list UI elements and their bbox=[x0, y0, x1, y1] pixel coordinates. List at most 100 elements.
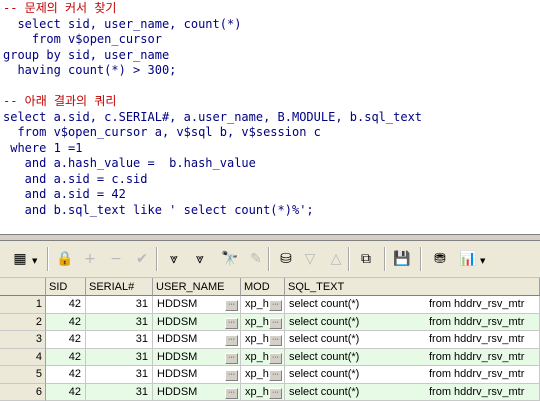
cell-serial-text: 31 bbox=[136, 316, 148, 328]
delete-record-icon[interactable]: − bbox=[106, 249, 126, 269]
query-by-example-icon[interactable]: ⛁ bbox=[276, 249, 296, 269]
cell-serial[interactable]: 31 bbox=[86, 296, 153, 314]
sql-code-line: and b.sql_text like ' select count(*)%'; bbox=[3, 203, 314, 219]
sql-code-line: from v$open_cursor a, v$sql b, v$session… bbox=[3, 125, 321, 141]
chart-icon[interactable]: 📊 bbox=[458, 249, 478, 269]
cell-sql-text[interactable]: select count(*)from hddrv_rsv_mtr bbox=[285, 331, 540, 349]
cell-module[interactable]: xp_h··· bbox=[241, 349, 285, 367]
cell-user-name[interactable]: HDDSM··· bbox=[153, 314, 241, 332]
cell-editor-ellipsis-button[interactable]: ··· bbox=[269, 300, 282, 311]
splitter-bar[interactable] bbox=[0, 234, 540, 241]
cell-serial[interactable]: 31 bbox=[86, 366, 153, 384]
cell-sid-text: 42 bbox=[69, 351, 81, 363]
cell-sql-text-tail: from hddrv_rsv_mtr bbox=[429, 386, 524, 398]
cell-sql-text[interactable]: select count(*)from hddrv_rsv_mtr bbox=[285, 366, 540, 384]
column-header-module[interactable]: MOD bbox=[241, 278, 285, 296]
column-header-sid[interactable]: SID bbox=[46, 278, 86, 296]
save-icon[interactable]: 💾 bbox=[392, 249, 412, 269]
column-header-user-name[interactable]: USER_NAME bbox=[153, 278, 241, 296]
cell-serial-text: 31 bbox=[136, 368, 148, 380]
toolbar-separator bbox=[384, 247, 386, 271]
cell-serial[interactable]: 31 bbox=[86, 349, 153, 367]
cell-editor-ellipsis-button[interactable]: ··· bbox=[269, 353, 282, 364]
cell-editor-ellipsis-button[interactable]: ··· bbox=[269, 388, 282, 399]
cell-serial-text: 31 bbox=[136, 333, 148, 345]
cell-module-text: xp_h bbox=[245, 386, 269, 398]
cell-module[interactable]: xp_h··· bbox=[241, 331, 285, 349]
table-row[interactable]: 342 31 HDDSM···xp_h···select count(*)from … bbox=[0, 331, 540, 349]
row-number[interactable]: 6 bbox=[0, 384, 46, 401]
row-number[interactable]: 3 bbox=[0, 331, 46, 349]
sql-code-line: select sid, user_name, count(*) bbox=[3, 17, 241, 33]
cell-editor-ellipsis-button[interactable]: ··· bbox=[269, 318, 282, 329]
toolbar-separator bbox=[420, 247, 422, 271]
row-number[interactable]: 2 bbox=[0, 314, 46, 332]
cell-sql-text-tail: from hddrv_rsv_mtr bbox=[429, 298, 524, 310]
filter-down-icon[interactable]: ▽ bbox=[300, 249, 320, 269]
cell-user-name[interactable]: HDDSM··· bbox=[153, 331, 241, 349]
cell-user-name[interactable]: HDDSM··· bbox=[153, 349, 241, 367]
cell-serial[interactable]: 31 bbox=[86, 314, 153, 332]
cell-module[interactable]: xp_h··· bbox=[241, 314, 285, 332]
row-number-text: 4 bbox=[36, 351, 42, 363]
explain-plan-icon[interactable]: ⧉ bbox=[356, 249, 376, 269]
cell-user-name-text: HDDSM bbox=[157, 368, 197, 380]
cell-sid[interactable]: 42 bbox=[46, 349, 86, 367]
dropdown-arrow-icon[interactable]: ▼ bbox=[480, 257, 485, 265]
cell-editor-ellipsis-button[interactable]: ··· bbox=[225, 335, 238, 346]
post-changes-icon[interactable]: ✔ bbox=[132, 249, 152, 269]
fetch-next-icon[interactable]: ⩔ bbox=[164, 249, 184, 269]
cell-editor-ellipsis-button[interactable]: ··· bbox=[225, 370, 238, 381]
cell-editor-ellipsis-button[interactable]: ··· bbox=[225, 300, 238, 311]
table-row[interactable]: 4 42 31HDDSM···xp_h···select count(*)from … bbox=[0, 349, 540, 367]
table-row[interactable]: 542 31 HDDSM ···xp_h···select count(*)from … bbox=[0, 366, 540, 384]
cell-editor-ellipsis-button[interactable]: ··· bbox=[225, 318, 238, 329]
cell-module[interactable]: xp_h··· bbox=[241, 366, 285, 384]
fetch-last-icon[interactable]: ⩔ bbox=[190, 249, 210, 269]
lock-icon[interactable]: 🔒 bbox=[55, 249, 75, 269]
find-icon[interactable]: 🔭 bbox=[220, 249, 240, 269]
cell-sql-text-text: select count(*) bbox=[289, 316, 359, 328]
cell-module[interactable]: xp_h··· bbox=[241, 384, 285, 401]
export-icon[interactable]: ⛃ bbox=[430, 249, 450, 269]
row-number[interactable]: 4 bbox=[0, 349, 46, 367]
cell-editor-ellipsis-button[interactable]: ··· bbox=[269, 370, 282, 381]
filter-up-icon[interactable]: △ bbox=[326, 249, 346, 269]
cell-sid[interactable]: 42 bbox=[46, 331, 86, 349]
cell-user-name[interactable]: HDDSM··· bbox=[153, 384, 241, 401]
row-number[interactable]: 5 bbox=[0, 366, 46, 384]
cell-sql-text[interactable]: select count(*)from hddrv_rsv_mtr bbox=[285, 296, 540, 314]
column-header-serial[interactable]: SERIAL# bbox=[86, 278, 153, 296]
table-row[interactable]: 64231HDDSM···xp_h···select count(*)from … bbox=[0, 384, 540, 401]
cell-user-name[interactable]: HDDSM··· bbox=[153, 296, 241, 314]
cell-editor-ellipsis-button[interactable]: ··· bbox=[225, 388, 238, 399]
cell-editor-ellipsis-button[interactable]: ··· bbox=[269, 335, 282, 346]
cell-sql-text[interactable]: select count(*)from hddrv_rsv_mtr bbox=[285, 384, 540, 401]
cell-serial-text: 31 bbox=[136, 386, 148, 398]
cell-sql-text[interactable]: select count(*)from hddrv_rsv_mtr bbox=[285, 314, 540, 332]
table-row[interactable]: 2 42 31 HDDSM···xp_h···select count(*)from … bbox=[0, 314, 540, 332]
row-number[interactable]: 1 bbox=[0, 296, 46, 314]
add-record-icon[interactable]: + bbox=[80, 249, 100, 269]
dropdown-arrow-icon[interactable]: ▼ bbox=[32, 257, 37, 265]
sql-comment-line: -- 문제의 커서 찾기 bbox=[3, 1, 116, 17]
cell-serial[interactable]: 31 bbox=[86, 384, 153, 401]
sql-code-line: select a.sid, c.SERIAL#, a.user_name, B.… bbox=[3, 110, 422, 126]
cell-sid[interactable]: 42 bbox=[46, 314, 86, 332]
cell-sid[interactable]: 42 bbox=[46, 366, 86, 384]
cell-sql-text-text: select count(*) bbox=[289, 351, 359, 363]
row-number-text: 2 bbox=[36, 316, 42, 328]
cell-sid[interactable]: 42 bbox=[46, 384, 86, 401]
cell-sql-text[interactable]: select count(*)from hddrv_rsv_mtr bbox=[285, 349, 540, 367]
clear-icon[interactable]: ✎ bbox=[246, 249, 266, 269]
toolbar-separator bbox=[268, 247, 270, 271]
cell-module[interactable]: xp_h··· bbox=[241, 296, 285, 314]
grid-view-icon[interactable]: ▦ bbox=[10, 249, 30, 269]
cell-editor-ellipsis-button[interactable]: ··· bbox=[225, 353, 238, 364]
sql-editor[interactable]: -- 문제의 커서 찾기 select sid, user_name, coun… bbox=[0, 0, 540, 232]
cell-serial[interactable]: 31 bbox=[86, 331, 153, 349]
column-header-sql-text[interactable]: SQL_TEXT bbox=[285, 278, 540, 296]
table-row[interactable]: 14231HDDSM···xp_h···select count(*)from … bbox=[0, 296, 540, 314]
cell-user-name[interactable]: HDDSM ··· bbox=[153, 366, 241, 384]
cell-sid[interactable]: 42 bbox=[46, 296, 86, 314]
